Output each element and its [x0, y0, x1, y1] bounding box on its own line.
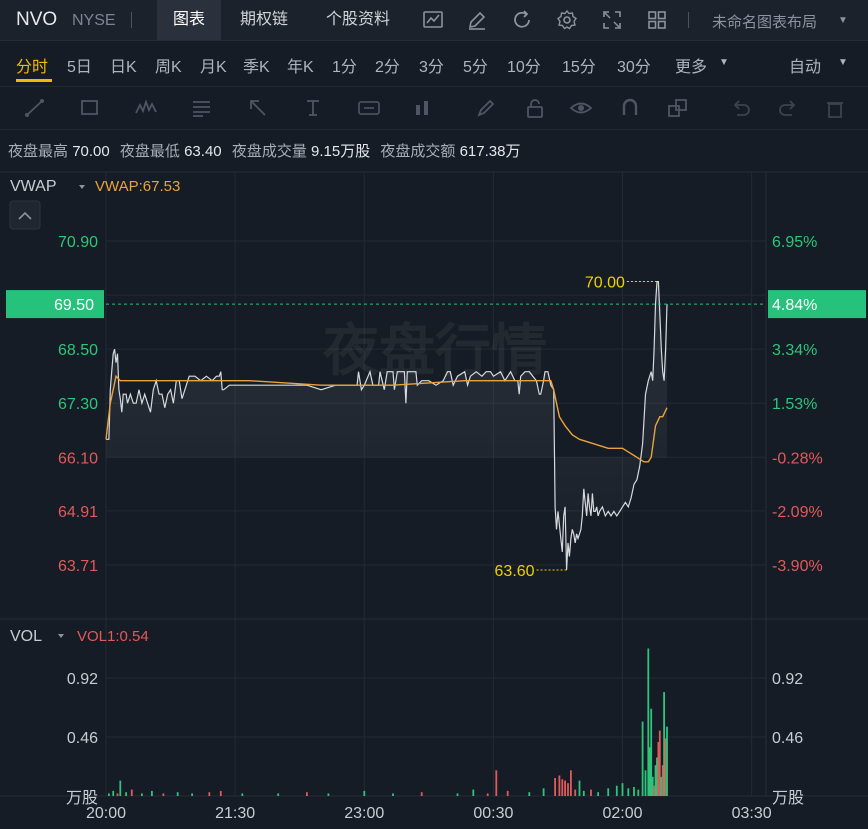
- volume-bar: [542, 788, 545, 796]
- volume-bar: [644, 770, 647, 796]
- volume-bar: [112, 790, 115, 796]
- volume-bar: [506, 790, 509, 796]
- volume-tick-left: 0.92: [67, 671, 98, 688]
- price-tick-left: 63.71: [58, 558, 98, 575]
- volume-bar: [125, 792, 127, 796]
- pct-tick-right: 6.95%: [772, 234, 817, 251]
- volume-bar: [597, 792, 599, 796]
- time-tick: 20:00: [86, 805, 126, 822]
- caret-down-icon[interactable]: [58, 634, 64, 638]
- price-chart[interactable]: 夜盘行情 70.00 63.60 70.90 68.50 67.30 66.10 64.9…: [0, 0, 868, 829]
- pct-tick-right: -0.28%: [772, 450, 823, 467]
- volume-bar: [615, 785, 618, 796]
- current-pct-value: 4.84%: [772, 297, 817, 314]
- volume-bar: [590, 789, 592, 796]
- price-tick-left: 67.30: [58, 396, 98, 413]
- high-marker-label: 70.00: [585, 275, 625, 292]
- low-marker-label: 63.60: [495, 563, 535, 580]
- price-tick-left: 64.91: [58, 504, 98, 521]
- volume-bar: [633, 787, 635, 796]
- volume-tick-right: 0.46: [772, 730, 803, 747]
- time-tick: 23:00: [344, 805, 384, 822]
- volume-bar: [607, 788, 610, 796]
- volume-bar: [219, 790, 222, 796]
- volume-bar: [564, 780, 566, 796]
- vwap-indicator-name[interactable]: VWAP: [10, 178, 57, 195]
- volume-tick-left: 0.46: [67, 730, 98, 747]
- volume-bar: [472, 789, 475, 796]
- volume-bar: [554, 778, 556, 796]
- volume-bar: [130, 789, 133, 796]
- price-tick-left: 70.90: [58, 234, 98, 251]
- vwap-indicator-value: VWAP:67.53: [95, 178, 180, 195]
- volume-bar: [363, 790, 366, 796]
- volume-bar: [561, 779, 564, 796]
- volume-bar: [558, 775, 561, 796]
- vol-indicator-name[interactable]: VOL: [10, 628, 42, 645]
- volume-bar: [495, 770, 498, 796]
- volume-bar: [141, 793, 143, 796]
- volume-bar: [420, 792, 423, 796]
- volume-bar: [241, 793, 244, 796]
- time-tick: 02:00: [602, 805, 642, 822]
- current-price-value: 69.50: [54, 297, 94, 314]
- volume-bar: [486, 793, 489, 796]
- volume-bar: [621, 783, 624, 796]
- time-tick: 03:30: [732, 805, 772, 822]
- volume-bar: [162, 793, 165, 796]
- time-tick: 00:30: [473, 805, 513, 822]
- volume-bar: [567, 783, 569, 796]
- vol-indicator-value: VOL1:0.54: [77, 628, 149, 645]
- time-axis: 20:00 21:30 23:00 00:30 02:00 03:30: [86, 805, 772, 822]
- volume-tick-right: 0.92: [772, 671, 803, 688]
- volume-bar: [528, 792, 531, 796]
- volume-bar: [208, 792, 211, 796]
- price-tick-left: 68.50: [58, 342, 98, 359]
- volume-bar: [176, 792, 179, 796]
- volume-bar: [151, 790, 153, 796]
- collapse-button[interactable]: [9, 200, 41, 230]
- volume-bar: [306, 792, 308, 796]
- volume-unit-right: 万股: [772, 789, 804, 807]
- caret-down-icon[interactable]: [79, 185, 85, 189]
- volume-bar: [392, 793, 394, 796]
- volume-bar: [108, 793, 110, 796]
- watermark: 夜盘行情: [322, 319, 547, 384]
- volume-bar: [119, 780, 122, 796]
- volume-bar: [637, 789, 640, 796]
- volume-bar: [116, 793, 119, 796]
- volume-bar: [641, 721, 644, 796]
- volume-bar: [666, 726, 668, 796]
- volume-bars: [108, 648, 668, 796]
- volume-bar: [578, 780, 581, 796]
- volume-bar: [456, 793, 459, 796]
- volume-bar: [582, 790, 585, 796]
- volume-bar: [327, 793, 330, 796]
- pct-tick-right: -2.09%: [772, 504, 823, 521]
- time-tick: 21:30: [215, 805, 255, 822]
- volume-bar: [574, 789, 577, 796]
- pct-tick-right: 3.34%: [772, 342, 817, 359]
- chart-grid: [0, 171, 868, 797]
- volume-bar: [191, 793, 193, 796]
- price-tick-left: 66.10: [58, 450, 98, 467]
- volume-bar: [627, 788, 630, 796]
- volume-bar: [570, 770, 572, 796]
- volume-bar: [277, 793, 280, 796]
- volume-axis: 0.92 0.920.46 0.46万股 万股: [66, 671, 804, 807]
- pct-tick-right: -3.90%: [772, 558, 823, 575]
- pct-tick-right: 1.53%: [772, 396, 817, 413]
